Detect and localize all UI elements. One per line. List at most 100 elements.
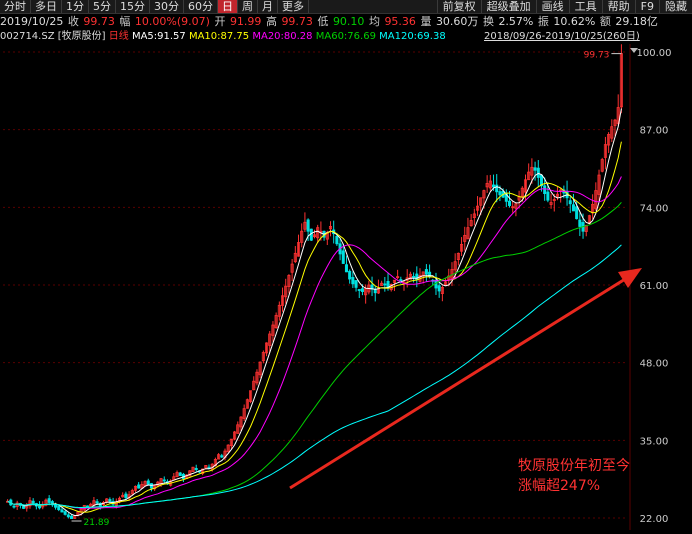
period-tab-5[interactable]: 30分	[150, 0, 184, 13]
candle-body	[95, 501, 99, 504]
trend-arrowhead-icon	[618, 268, 642, 288]
toolbar-button-6[interactable]: 隐藏	[659, 0, 692, 13]
candle-body	[399, 279, 403, 281]
volume-value: 30.60万	[435, 15, 479, 28]
toolbar-button-0[interactable]: 前复权	[436, 0, 481, 13]
candle-body	[536, 167, 540, 178]
avg-value: 95.36	[384, 15, 416, 28]
high-label: 高	[265, 15, 277, 28]
candle-body	[70, 515, 74, 519]
candle-body	[571, 204, 575, 212]
candle-body	[415, 273, 419, 281]
candle-body	[60, 509, 64, 513]
turnover-value: 2.57%	[498, 15, 534, 28]
period-tab-4[interactable]: 15分	[116, 0, 150, 13]
amount-label: 额	[599, 15, 611, 28]
turnover-label: 换	[482, 15, 494, 28]
toolbar-button-4[interactable]: 帮助	[601, 0, 635, 13]
candle-body	[357, 289, 361, 291]
period-tab-8[interactable]: 周	[238, 0, 258, 13]
period-tab-7[interactable]: 日	[218, 0, 238, 13]
candle-body	[568, 200, 572, 205]
toolbar-button-5[interactable]: F9	[634, 0, 659, 13]
candle-body	[31, 500, 35, 505]
period-tab-0[interactable]: 分时	[0, 0, 31, 13]
amplitude-value: 10.62%	[553, 15, 596, 28]
candle-body	[424, 269, 428, 275]
candle-body	[575, 206, 579, 220]
amplitude-label: 振	[537, 15, 549, 28]
y-tick-label: 87.00	[640, 126, 669, 137]
low-label: 低	[317, 15, 329, 28]
candle-body	[533, 167, 537, 171]
candle-body	[543, 185, 547, 194]
amount-value: 29.18亿	[615, 15, 658, 28]
change-label: 幅	[119, 15, 131, 28]
candle-body	[137, 484, 141, 489]
y-tick-label: 48.00	[640, 359, 669, 370]
candle-body	[498, 191, 502, 196]
volume-label: 量	[420, 15, 432, 28]
candle-body	[57, 505, 61, 511]
candle-body	[108, 499, 112, 502]
candle-body	[12, 505, 16, 508]
candle-body	[220, 455, 224, 458]
period-tab-6[interactable]: 60分	[184, 0, 218, 13]
period-tab-1[interactable]: 多日	[31, 0, 62, 13]
candle-body	[178, 472, 182, 476]
candle-body	[146, 480, 150, 485]
date-range[interactable]: 2018/09/26-2019/10/25(260日)	[484, 30, 640, 44]
y-tick-label: 100.00	[637, 48, 672, 59]
chart-annotation: 牧原股份年初至今 涨幅超247%	[518, 456, 630, 496]
ma60-legend: MA60:76.69	[315, 31, 376, 42]
candle-body	[63, 511, 67, 515]
period-tab-10[interactable]: 更多	[278, 0, 309, 13]
candle-body	[495, 184, 499, 193]
close-value: 99.73	[83, 15, 115, 28]
annotation-line-2: 涨幅超247%	[518, 478, 601, 494]
stock-name: [牧原股份]	[57, 31, 106, 42]
low-value: 90.10	[332, 15, 365, 28]
candle-body	[306, 219, 310, 232]
toolbar-button-2[interactable]: 画线	[535, 0, 569, 13]
candle-body	[507, 200, 512, 206]
toolbar-button-3[interactable]: 工具	[568, 0, 602, 13]
candle-body	[578, 219, 582, 227]
candle-body	[492, 184, 496, 188]
y-tick-label: 35.00	[640, 436, 669, 447]
open-label: 开	[214, 15, 226, 28]
quote-bar: 2019/10/25 收 99.73 幅 10.00%(9.07) 开 91.9…	[0, 13, 692, 30]
y-tick-label: 61.00	[640, 281, 669, 292]
candle-body	[47, 498, 51, 503]
candle-body	[341, 250, 345, 264]
high-price-label: 99.73	[584, 51, 610, 61]
close-label: 收	[67, 15, 79, 28]
period-tab-9[interactable]: 月	[258, 0, 278, 13]
avg-label: 均	[368, 15, 380, 28]
y-tick-label: 74.00	[640, 203, 669, 214]
candle-body	[348, 270, 352, 280]
candle-body	[546, 191, 550, 201]
candle-body	[162, 479, 166, 482]
high-value: 99.73	[281, 15, 313, 28]
period-tab-3[interactable]: 5分	[89, 0, 116, 13]
candle-body	[351, 277, 355, 285]
candle-body	[194, 468, 198, 471]
candle-body	[360, 288, 364, 292]
ma5-line	[7, 108, 622, 516]
toolbar-button-1[interactable]: 超级叠加	[480, 0, 536, 13]
candle-body	[66, 514, 70, 518]
candle-body	[373, 289, 377, 294]
candle-body	[437, 285, 441, 292]
candle-body	[124, 493, 128, 499]
ma20-legend: MA20:80.28	[252, 31, 313, 42]
period-label: 日线	[108, 31, 129, 42]
candle-body	[383, 283, 387, 286]
period-tab-2[interactable]: 1分	[62, 0, 89, 13]
ma10-legend: MA10:87.75	[188, 31, 250, 42]
ma5-legend: MA5:91.57	[131, 31, 186, 42]
ma-legend-bar: 002714.SZ [牧原股份] 日线 MA5:91.57 MA10:87.75…	[0, 30, 692, 44]
change-value: 10.00%(9.07)	[134, 15, 210, 28]
ma120-legend: MA120:69.38	[379, 31, 446, 42]
y-tick-label: 22.00	[640, 514, 669, 525]
